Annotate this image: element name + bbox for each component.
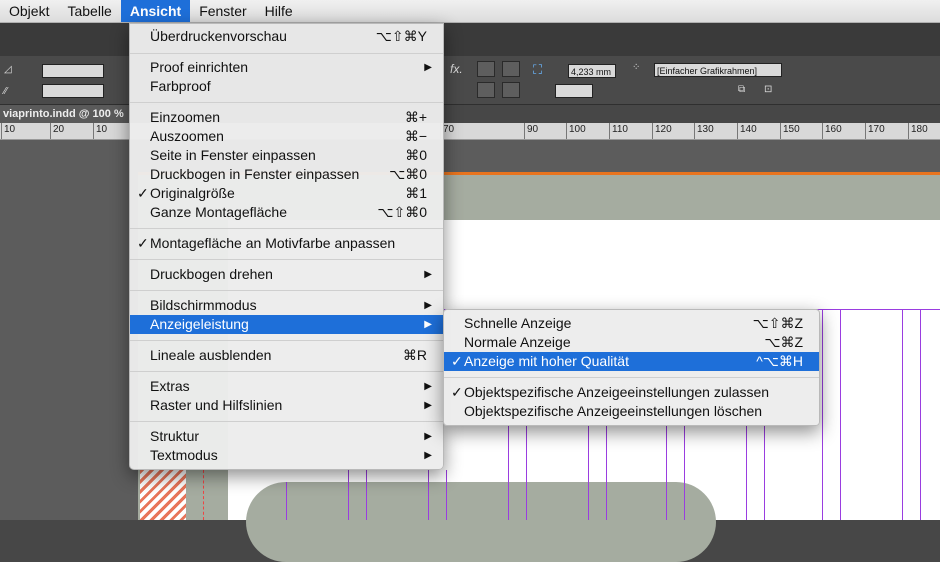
submenu-arrow-icon: ▶ (424, 300, 432, 311)
stroke-style-select[interactable] (555, 84, 593, 98)
ruler-tick: 100 (566, 123, 586, 139)
menu-item-story-editor[interactable]: Textmodus ▶ (130, 446, 443, 465)
menu-tabelle[interactable]: Tabelle (58, 0, 120, 22)
ruler-tick: 10 (1, 123, 15, 139)
menu-item-entire-pasteboard[interactable]: Ganze Montagefläche ⌥⇧⌘0 (130, 203, 443, 222)
submenu-arrow-icon: ▶ (424, 62, 432, 73)
menu-item-actual-size[interactable]: ✓ Originalgröße ⌘1 (130, 184, 443, 203)
menu-item-clear-object-level-display[interactable]: Objektspezifische Anzeigeeinstellungen l… (444, 402, 819, 421)
checkmark-icon: ✓ (137, 185, 149, 201)
submenu-arrow-icon: ▶ (424, 269, 432, 280)
vertical-guide (508, 425, 509, 520)
checkmark-icon: ✓ (451, 384, 463, 400)
checkmark-icon: ✓ (137, 235, 149, 251)
vertical-guide (840, 309, 841, 520)
ruler-tick: 20 (50, 123, 64, 139)
vertical-guide (446, 470, 447, 520)
shear-field[interactable] (42, 64, 104, 78)
vertical-guide (746, 425, 747, 520)
object-style-icon: ⁘ (632, 62, 641, 73)
fx-icon[interactable]: fx. (450, 62, 463, 76)
menu-item-fit-page[interactable]: Seite in Fenster einpassen ⌘0 (130, 146, 443, 165)
ruler-tick: 10 (93, 123, 107, 139)
menu-item-structure[interactable]: Struktur ▶ (130, 427, 443, 446)
ruler-tick: 90 (524, 123, 538, 139)
display-performance-submenu: Schnelle Anzeige ⌥⇧⌘Z Normale Anzeige ⌥⌘Z … (443, 309, 820, 426)
vertical-guide (920, 309, 921, 520)
ruler-tick: 130 (694, 123, 714, 139)
menu-item-high-quality-display[interactable]: ✓ Anzeige mit hoher Qualität ^⌥⌘H (444, 352, 819, 371)
menu-fenster[interactable]: Fenster (190, 0, 255, 22)
align-top-button[interactable] (477, 61, 495, 77)
checkmark-icon: ✓ (451, 353, 463, 369)
menu-item-display-performance[interactable]: Anzeigeleistung ▶ (130, 315, 443, 334)
view-menu: Überdruckenvorschau ⌥⇧⌘Y Proof einrichten… (129, 23, 444, 470)
vertical-guide (822, 309, 823, 520)
menu-bar: Objekt Tabelle Ansicht Fenster Hilfe (0, 0, 940, 23)
menu-item-color-proof[interactable]: Farbproof (130, 77, 443, 96)
menu-item-allow-object-level-display[interactable]: ✓ Objektspezifische Anzeigeeinstellungen … (444, 383, 819, 402)
submenu-arrow-icon: ▶ (424, 450, 432, 461)
align-bottom-button[interactable] (477, 82, 495, 98)
bleed-hatch (140, 470, 186, 520)
menu-item-zoom-out[interactable]: Auszoomen ⌘− (130, 127, 443, 146)
menu-item-typical-display[interactable]: Normale Anzeige ⌥⌘Z (444, 333, 819, 352)
ruler-tick: 170 (865, 123, 885, 139)
vertical-guide (666, 425, 667, 520)
clear-overrides-icon[interactable]: ⊡ (764, 84, 772, 95)
vertical-guide (348, 470, 349, 520)
rotate-field[interactable] (42, 84, 104, 98)
ruler-tick: 110 (609, 123, 628, 139)
rounded-shape[interactable] (246, 482, 716, 562)
shear-icon: ◿ (4, 64, 12, 75)
menu-hilfe[interactable]: Hilfe (256, 0, 302, 22)
submenu-arrow-icon: ▶ (424, 400, 432, 411)
menu-item-fit-spread[interactable]: Druckbogen in Fenster einpassen ⌥⌘0 (130, 165, 443, 184)
object-style-select[interactable]: [Einfacher Grafikrahmen] (654, 63, 782, 77)
document-tab[interactable]: viaprinto.indd @ 100 % (0, 105, 130, 123)
frame-fit-icon[interactable]: ⛶ (533, 62, 542, 78)
offset-field[interactable]: 4,233 mm (568, 64, 616, 78)
ruler-tick: 120 (652, 123, 672, 139)
menu-ansicht[interactable]: Ansicht (120, 0, 191, 22)
menu-objekt[interactable]: Objekt (0, 0, 58, 22)
vertical-guide (606, 425, 607, 520)
bleed-guide (203, 470, 204, 520)
vertical-guide (764, 425, 765, 520)
menu-item-hide-rulers[interactable]: Lineale ausblenden ⌘R (130, 346, 443, 365)
menu-item-rotate-spread[interactable]: Druckbogen drehen ▶ (130, 265, 443, 284)
vertical-guide (286, 482, 287, 520)
menu-item-fast-display[interactable]: Schnelle Anzeige ⌥⇧⌘Z (444, 314, 819, 333)
submenu-arrow-icon: ▶ (424, 319, 432, 330)
ruler-tick: 140 (737, 123, 757, 139)
menu-item-zoom-in[interactable]: Einzoomen ⌘+ (130, 108, 443, 127)
vertical-guide (428, 470, 429, 520)
menu-item-screen-mode[interactable]: Bildschirmmodus ▶ (130, 296, 443, 315)
menu-item-proof-setup[interactable]: Proof einrichten ▶ (130, 58, 443, 77)
submenu-arrow-icon: ▶ (424, 381, 432, 392)
distribute-button[interactable] (502, 82, 520, 98)
object-style-options-icon[interactable]: ⧉ (738, 84, 745, 95)
vertical-guide (902, 309, 903, 520)
vertical-guide (526, 425, 527, 520)
ruler-tick: 150 (780, 123, 800, 139)
ruler-tick: 160 (822, 123, 842, 139)
menu-item-grids-guides[interactable]: Raster und Hilfslinien ▶ (130, 396, 443, 415)
align-center-button[interactable] (502, 61, 520, 77)
vertical-guide (366, 470, 367, 520)
ruler-tick: 180 (908, 123, 928, 139)
menu-item-extras[interactable]: Extras ▶ (130, 377, 443, 396)
menu-item-match-pasteboard-theme[interactable]: ✓ Montagefläche an Motivfarbe anpassen (130, 234, 443, 253)
vertical-guide (684, 425, 685, 520)
submenu-arrow-icon: ▶ (424, 431, 432, 442)
rotate-icon: ⁄⁄ (4, 86, 8, 97)
vertical-guide (588, 425, 589, 520)
menu-item-overprint-preview[interactable]: Überdruckenvorschau ⌥⇧⌘Y (130, 27, 443, 46)
